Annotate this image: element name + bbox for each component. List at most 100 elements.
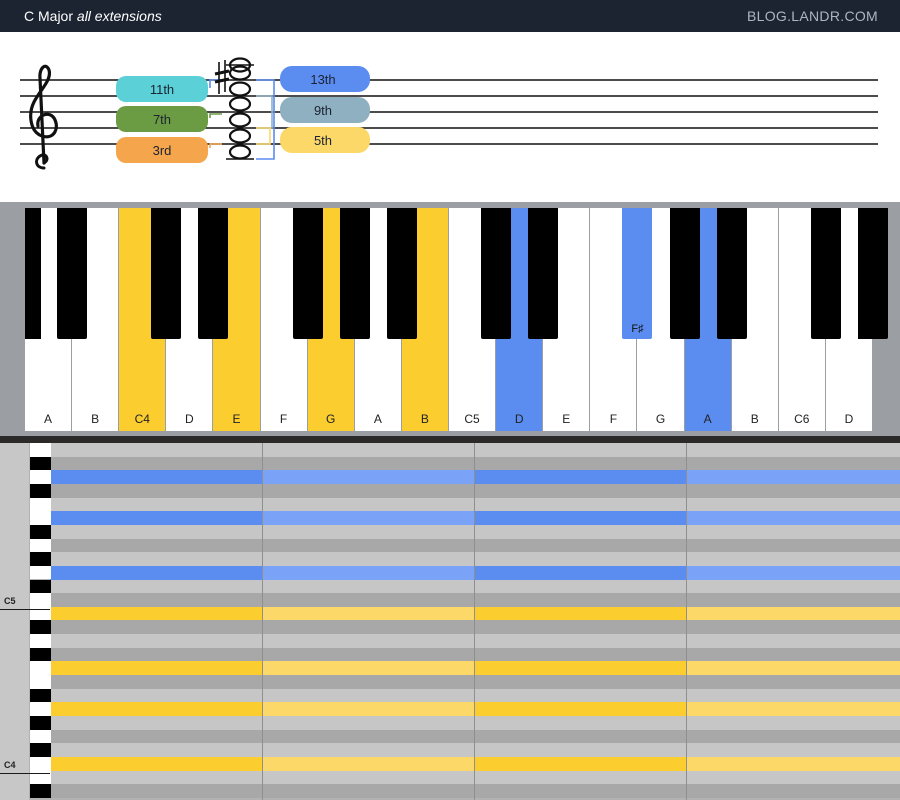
black-key[interactable] (198, 208, 229, 339)
white-key-label: E (562, 412, 571, 426)
roll-row (50, 497, 900, 512)
roll-row (50, 565, 900, 580)
white-key-label: D (514, 412, 524, 426)
octave-marker-line (0, 609, 50, 610)
black-key[interactable] (528, 208, 559, 339)
black-key-label: F♯ (631, 323, 644, 335)
white-key-label: B (91, 412, 100, 426)
roll-key (30, 688, 51, 703)
roll-gutter (0, 443, 29, 800)
white-key-label: D (844, 412, 854, 426)
black-key[interactable] (57, 208, 88, 339)
note-e (228, 128, 252, 144)
roll-row (50, 579, 900, 594)
roll-key (30, 552, 51, 566)
roll-key (30, 524, 51, 539)
treble-clef-icon (29, 64, 58, 170)
black-key[interactable] (386, 208, 417, 339)
black-key[interactable]: F♯ (622, 208, 653, 339)
bar-line (686, 443, 687, 800)
note-d (228, 81, 252, 97)
roll-row (50, 661, 900, 676)
roll-key (30, 634, 51, 648)
roll-key (30, 483, 51, 498)
roll-key (30, 443, 51, 457)
note-c (228, 144, 252, 160)
roll-key (30, 661, 51, 676)
octave-label: C5 (4, 596, 16, 606)
roll-key (30, 470, 51, 484)
roll-row (50, 443, 900, 458)
white-key-label: C6 (794, 412, 810, 426)
roll-row (50, 470, 900, 485)
piano-roll: C5 C4 (0, 443, 900, 800)
roll-row (50, 729, 900, 744)
roll-row (50, 552, 900, 567)
white-key-label: A (373, 412, 382, 426)
roll-key (30, 675, 51, 689)
black-key[interactable] (481, 208, 512, 339)
roll-key (30, 497, 51, 512)
white-key-label: B (750, 412, 759, 426)
roll-key (30, 593, 51, 607)
note-f-sharp (228, 65, 252, 81)
roll-key (30, 743, 51, 757)
roll-key (30, 565, 51, 580)
roll-row (50, 634, 900, 649)
roll-key (30, 784, 51, 798)
label-13th: 13th (310, 72, 335, 87)
roll-row (50, 538, 900, 553)
roll-row (50, 456, 900, 471)
roll-key (30, 579, 51, 594)
label-9th: 9th (314, 103, 332, 118)
white-key-label: G (326, 412, 336, 426)
section-divider (0, 436, 900, 443)
black-key[interactable] (339, 208, 370, 339)
roll-row (50, 784, 900, 799)
roll-row (50, 524, 900, 540)
roll-key (30, 620, 51, 635)
roll-row (50, 688, 900, 703)
white-key-label: A (44, 412, 53, 426)
brand-link[interactable]: BLOG.LANDR.COM (747, 8, 878, 24)
piano-keyboard: A B C4 D E F G A B C5 D E F G A B C6 D F♯ (0, 202, 900, 436)
roll-row (50, 620, 900, 635)
roll-row (50, 770, 900, 785)
bracket-3rd (209, 143, 222, 148)
roll-key (30, 456, 51, 471)
roll-row (50, 743, 900, 758)
black-key-edge (858, 208, 873, 339)
header-bar: C Major all extensions BLOG.LANDR.COM (0, 0, 900, 32)
roll-key (30, 647, 51, 662)
white-key-label: D (185, 412, 194, 426)
roll-row (50, 702, 900, 717)
octave-label: C4 (4, 760, 16, 770)
black-key[interactable] (151, 208, 182, 339)
white-key-label: E (232, 412, 241, 426)
bar-line (262, 443, 263, 800)
black-key[interactable] (669, 208, 700, 339)
bracket-7th (209, 113, 222, 118)
roll-row (50, 483, 900, 499)
page-title: C Major all extensions (24, 8, 162, 24)
page-subtitle: all extensions (76, 8, 162, 24)
roll-key (30, 511, 51, 525)
roll-key (30, 756, 51, 771)
staff-svg: 11th 7th 3rd 13th 9th 5th (20, 57, 878, 170)
label-11th: 11th (150, 82, 174, 97)
label-7th: 7th (153, 112, 171, 127)
black-key[interactable] (292, 208, 323, 339)
roll-row (50, 647, 900, 662)
roll-key (30, 729, 51, 744)
roll-key (30, 716, 51, 730)
label-3rd: 3rd (153, 143, 172, 158)
roll-row (50, 511, 900, 526)
black-key[interactable] (810, 208, 841, 339)
roll-row (50, 756, 900, 772)
black-key[interactable] (716, 208, 747, 339)
right-labels: 13th 9th 5th (280, 66, 370, 153)
white-key-label: A (703, 412, 712, 426)
roll-row (50, 716, 900, 731)
roll-row (50, 593, 900, 608)
white-key-label: F (279, 412, 288, 426)
